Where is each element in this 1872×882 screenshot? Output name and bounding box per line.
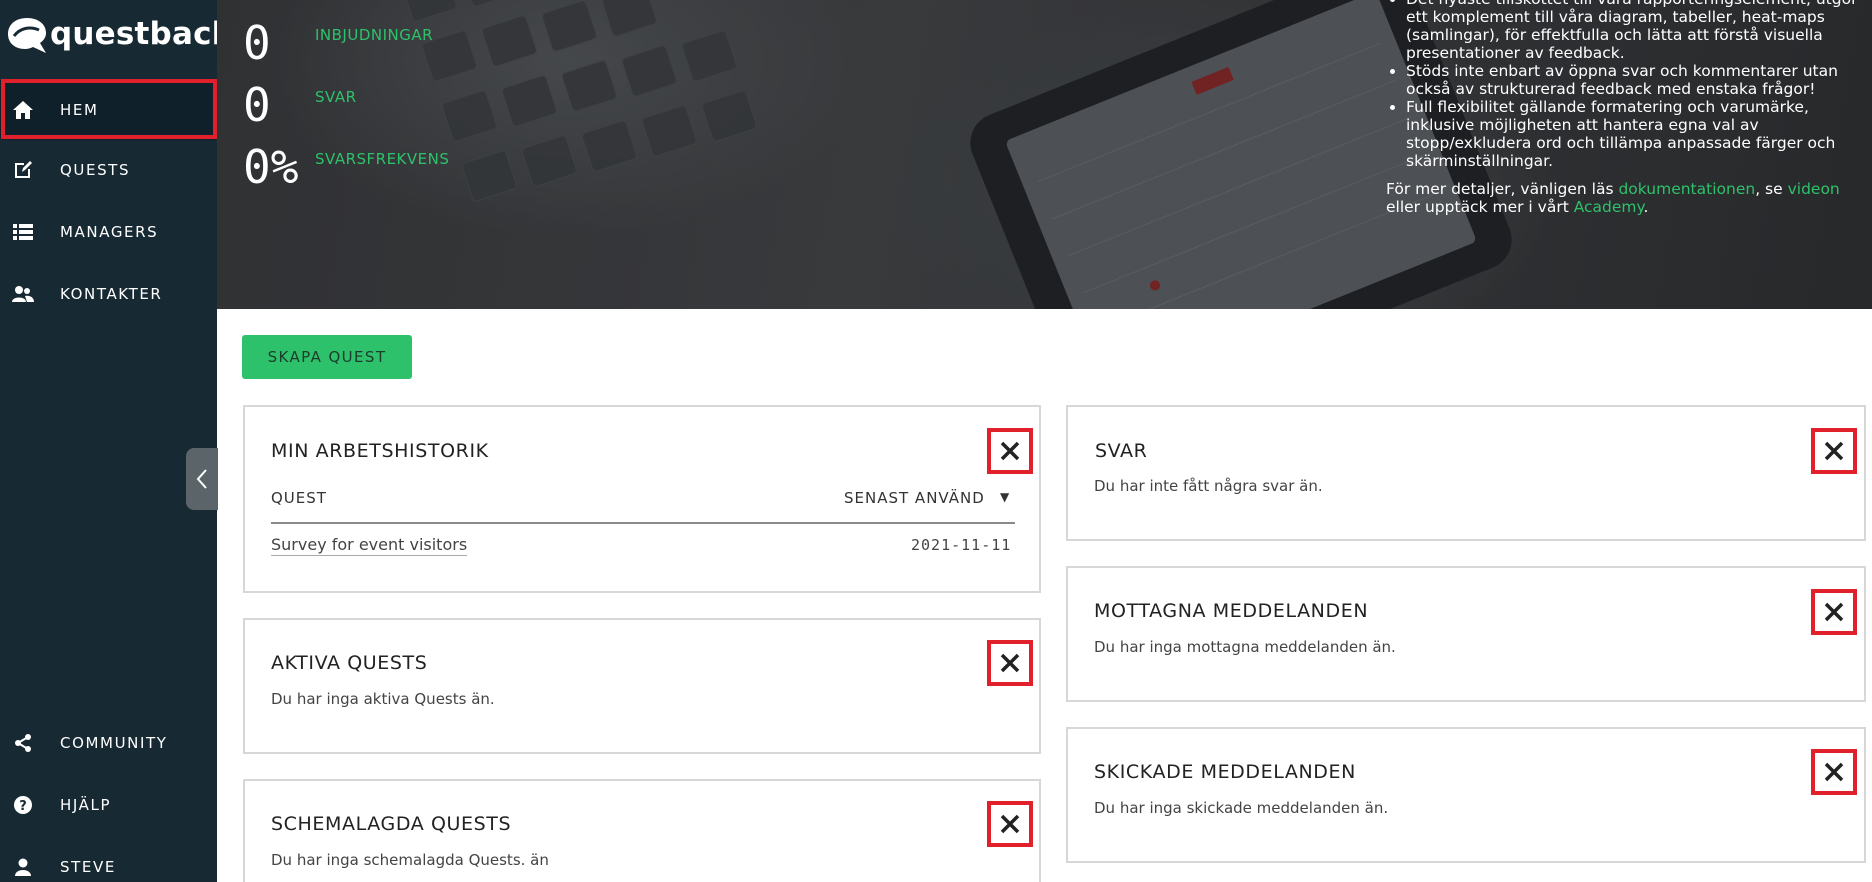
close-icon	[1000, 653, 1020, 673]
feature-item: Full flexibilitet gällande formatering o…	[1406, 98, 1868, 170]
nav-label-managers: MANAGERS	[60, 223, 159, 241]
card-title: SVAR	[1095, 440, 1148, 462]
feature-item: Det nyaste tillskottet till våra rapport…	[1406, 0, 1868, 62]
received-messages-card: MOTTAGNA MEDDELANDEN Du har inga mottagn…	[1066, 566, 1866, 702]
details-mid2: eller upptäck mer i vårt	[1386, 198, 1574, 216]
contacts-icon	[12, 283, 34, 305]
share-icon	[12, 732, 34, 754]
nav-label-hem: HEM	[60, 101, 99, 119]
details-mid: , se	[1755, 180, 1788, 198]
hero-banner: 0 INBJUDNINGAR 0 SVAR 0% SVARSFREKVENS D…	[217, 0, 1872, 309]
close-icon	[1000, 441, 1020, 461]
stat-answers-value: 0	[243, 78, 271, 132]
close-icon	[1824, 441, 1844, 461]
sent-messages-card: SKICKADE MEDDELANDEN Du har inga skickad…	[1066, 727, 1866, 863]
academy-link[interactable]: Academy	[1574, 198, 1644, 216]
stat-invitations: 0 INBJUDNINGAR	[243, 16, 433, 70]
close-received-card-button[interactable]	[1811, 589, 1857, 635]
card-empty-text: Du har inte fått några svar än.	[1094, 477, 1323, 495]
last-used-date: 2021-11-11	[911, 536, 1012, 554]
card-empty-text: Du har inga aktiva Quests än.	[271, 690, 495, 708]
nav-label-quests: QUESTS	[60, 161, 131, 179]
card-empty-text: Du har inga mottagna meddelanden än.	[1094, 638, 1396, 656]
card-title: SCHEMALAGDA QUESTS	[271, 813, 512, 835]
feature-list: Det nyaste tillskottet till våra rapport…	[1368, 0, 1868, 170]
home-icon	[12, 99, 34, 121]
logo-text: questback	[50, 16, 233, 52]
help-icon: ?	[12, 794, 34, 816]
nav-hjalp[interactable]: ? HJÄLP	[0, 775, 217, 835]
scheduled-quests-card: SCHEMALAGDA QUESTS Du har inga schemalag…	[243, 779, 1041, 882]
close-history-card-button[interactable]	[987, 428, 1033, 474]
close-sent-card-button[interactable]	[1811, 749, 1857, 795]
sidebar: questback HEM QUESTS MANAGERS KONTAKTER …	[0, 0, 232, 882]
nav-user[interactable]: STEVE	[0, 837, 217, 882]
nav-label-community: COMMUNITY	[60, 734, 168, 752]
card-title: MIN ARBETSHISTORIK	[271, 440, 489, 462]
stat-invitations-label: INBJUDNINGAR	[315, 26, 434, 44]
close-answers-card-button[interactable]	[1811, 428, 1857, 474]
stat-response-rate-label: SVARSFREKVENS	[315, 150, 450, 168]
chevron-left-icon	[196, 469, 207, 489]
nav-kontakter[interactable]: KONTAKTER	[0, 264, 217, 324]
active-quests-card: AKTIVA QUESTS Du har inga aktiva Quests …	[243, 618, 1041, 754]
close-icon	[1000, 814, 1020, 834]
sidebar-collapse-button[interactable]	[186, 448, 218, 510]
edit-icon	[12, 159, 34, 181]
card-title: SKICKADE MEDDELANDEN	[1094, 761, 1356, 783]
details-suffix: .	[1643, 198, 1649, 216]
hero-info-text: Det nyaste tillskottet till våra rapport…	[1368, 0, 1868, 216]
nav-community[interactable]: COMMUNITY	[0, 713, 217, 773]
svg-text:?: ?	[19, 799, 27, 814]
nav-label-user: STEVE	[60, 858, 116, 876]
nav-label-hjalp: HJÄLP	[60, 796, 112, 814]
column-header-last-used[interactable]: SENAST ANVÄND	[844, 489, 985, 507]
quest-link[interactable]: Survey for event visitors	[271, 535, 467, 554]
stat-answers-label: SVAR	[315, 88, 357, 106]
column-header-quest[interactable]: QUEST	[271, 489, 327, 507]
work-history-card: MIN ARBETSHISTORIK QUEST SENAST ANVÄND ▼…	[243, 405, 1041, 593]
close-active-card-button[interactable]	[987, 640, 1033, 686]
card-empty-text: Du har inga schemalagda Quests. än	[271, 851, 549, 869]
stat-response-rate: 0% SVARSFREKVENS	[243, 140, 449, 194]
sort-desc-icon[interactable]: ▼	[1000, 490, 1010, 504]
nav-label-kontakter: KONTAKTER	[60, 285, 163, 303]
card-empty-text: Du har inga skickade meddelanden än.	[1094, 799, 1389, 817]
stat-response-rate-value: 0%	[243, 140, 299, 194]
video-link[interactable]: videon	[1788, 180, 1840, 198]
answers-card: SVAR Du har inte fått några svar än.	[1066, 405, 1866, 541]
close-icon	[1824, 602, 1844, 622]
nav-managers[interactable]: MANAGERS	[0, 202, 217, 262]
stat-invitations-value: 0	[243, 16, 271, 70]
details-prefix: För mer detaljer, vänligen läs	[1386, 180, 1619, 198]
documentation-link[interactable]: dokumentationen	[1618, 180, 1755, 198]
details-paragraph: För mer detaljer, vänligen läs dokumenta…	[1368, 180, 1868, 216]
close-scheduled-card-button[interactable]	[987, 801, 1033, 847]
close-icon	[1824, 762, 1844, 782]
list-icon	[12, 221, 34, 243]
questback-logo[interactable]: questback	[6, 14, 232, 54]
logo-mark-icon	[8, 18, 46, 53]
create-quest-button[interactable]: SKAPA QUEST	[242, 335, 412, 379]
stat-answers: 0 SVAR	[243, 78, 356, 132]
feature-item: Stöds inte enbart av öppna svar och komm…	[1406, 62, 1868, 98]
table-header-divider	[271, 522, 1015, 524]
nav-quests[interactable]: QUESTS	[0, 140, 217, 200]
card-title: MOTTAGNA MEDDELANDEN	[1094, 600, 1369, 622]
user-icon	[12, 856, 34, 878]
card-title: AKTIVA QUESTS	[271, 652, 428, 674]
nav-hem[interactable]: HEM	[0, 80, 217, 140]
